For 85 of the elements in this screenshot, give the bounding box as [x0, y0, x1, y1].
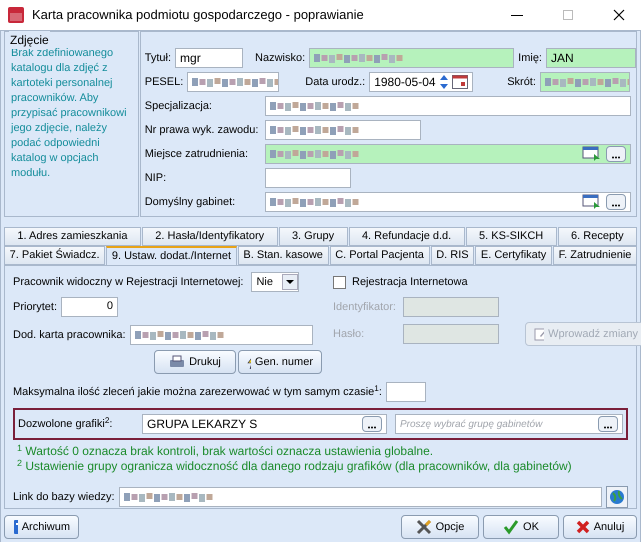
- generate-number-button[interactable]: Gen. numer: [238, 350, 322, 374]
- tab[interactable]: 1. Adres zamieszkania: [4, 227, 141, 246]
- ellipsis-icon: [610, 204, 621, 207]
- dropdown[interactable]: Nie: [251, 272, 300, 292]
- minimize-button[interactable]: [511, 14, 523, 16]
- tab[interactable]: C. Portal Pacjenta: [330, 246, 430, 265]
- field-label: Dod. karta pracownika:: [13, 328, 126, 343]
- input-field[interactable]: [264, 120, 421, 140]
- input-field[interactable]: [264, 192, 631, 212]
- tools-icon: [416, 519, 432, 535]
- checkbox[interactable]: [333, 276, 346, 288]
- input-field[interactable]: [187, 72, 280, 92]
- input-field[interactable]: [386, 382, 426, 402]
- spinner-icon[interactable]: [440, 75, 448, 89]
- input-field[interactable]: mgr: [175, 48, 244, 68]
- field-label: Domyślny gabinet:: [144, 194, 236, 210]
- field-label: Miejsce zatrudnienia:: [144, 146, 250, 162]
- select-record-icon[interactable]: [582, 146, 602, 162]
- browse-button[interactable]: [606, 146, 626, 162]
- globe-button[interactable]: [606, 486, 628, 508]
- tab[interactable]: 6. Recepty: [558, 227, 638, 246]
- tab[interactable]: 9. Ustaw. dodat./Internet: [106, 246, 237, 265]
- input-field[interactable]: GRUPA LEKARZY S: [142, 414, 387, 434]
- edit-icon: [534, 327, 544, 341]
- tab[interactable]: D. RIS: [430, 246, 474, 265]
- tab[interactable]: 4. Refundacje d.d.: [348, 227, 465, 246]
- browse-button[interactable]: [362, 416, 382, 432]
- field-label: Nazwisko:: [255, 50, 306, 66]
- window-title: Karta pracownika podmiotu gospodarczego - poprawianie: [32, 6, 365, 24]
- calendar-icon[interactable]: [452, 75, 468, 89]
- field-label: Dozwolone grafiki$^{2}$:: [18, 416, 114, 432]
- tab[interactable]: 3. Grupy: [278, 227, 348, 246]
- tab[interactable]: 7. Pakiet Świadcz.: [4, 246, 106, 265]
- browse-button[interactable]: [606, 194, 626, 210]
- close-icon[interactable]: [613, 9, 625, 21]
- printer-icon: [169, 355, 186, 369]
- checkmark-icon: [503, 519, 520, 535]
- field-label: Specjalizacja:: [144, 98, 213, 114]
- tab[interactable]: 5. KS-SIKCH: [466, 227, 557, 246]
- ellipsis-icon: [603, 426, 613, 429]
- field-label: Tytuł:: [144, 50, 172, 66]
- group-legend: Zdjęcie: [9, 31, 50, 49]
- options-button[interactable]: Opcje: [401, 515, 479, 539]
- maximize-button[interactable]: [563, 10, 573, 20]
- archive-icon: [13, 519, 18, 535]
- input-field[interactable]: [264, 144, 631, 164]
- input-field[interactable]: [130, 325, 313, 345]
- field-label: Data urodz.:: [305, 74, 366, 90]
- field-label: NIP:: [144, 170, 168, 186]
- tab[interactable]: F. Zatrudnienie: [552, 246, 638, 265]
- archive-button[interactable]: Archiwum: [4, 515, 79, 539]
- cross-icon: [576, 520, 590, 534]
- input-field[interactable]: [309, 48, 514, 68]
- app-icon: [8, 7, 24, 23]
- tab[interactable]: 2. Hasła/Identyfikatory: [142, 227, 278, 246]
- browse-button[interactable]: [598, 416, 618, 432]
- select-record-icon[interactable]: [582, 194, 602, 210]
- ellipsis-icon: [610, 156, 621, 159]
- input-field[interactable]: [264, 96, 631, 116]
- print-button[interactable]: Drukuj: [154, 350, 236, 374]
- ok-button[interactable]: OK: [483, 515, 559, 539]
- tab[interactable]: E. Certyfikaty: [475, 246, 552, 265]
- input-field[interactable]: [264, 168, 351, 188]
- input-field[interactable]: 0: [61, 297, 118, 317]
- field-label: Imię:: [518, 50, 542, 66]
- input-field[interactable]: [540, 72, 630, 92]
- field-label: Link do bazy wiedzy:: [13, 490, 114, 505]
- input-field[interactable]: [118, 487, 602, 507]
- cancel-button[interactable]: Anuluj: [563, 515, 637, 539]
- field-label: Hasło:: [333, 326, 366, 342]
- tab[interactable]: B. Stan. kasowe: [238, 246, 329, 265]
- ellipsis-icon: [367, 426, 377, 429]
- field-label: Pracownik widoczny w Rejestracji Internetowej:: [13, 274, 244, 290]
- field-label: Priorytet:: [13, 300, 58, 315]
- field-label: PESEL:: [144, 74, 184, 90]
- input-field[interactable]: JAN: [546, 48, 636, 68]
- globe-icon: [609, 489, 625, 505]
- field-label: Nr prawa wyk. zawodu:: [144, 122, 260, 138]
- footnote: $^{1}$ Wartość 0 oznacza brak kontroli, brak wartości oznacza ustawienia globalne.: [17, 444, 434, 459]
- field-label: Rejestracja Internetowa: [352, 274, 468, 290]
- footnote: $^{2}$ Ustawienie grupy ogranicza widoczność dla danego rodzaju grafików (dla pracowników, dla gabinetów): [17, 459, 573, 474]
- field-label: Skrót:: [507, 74, 536, 90]
- field-label: Maksymalna ilość zleceń jakie można zarezerwować w tym samym czasie$^{1}$:: [13, 384, 382, 400]
- input-field[interactable]: 1980-05-04: [369, 72, 474, 92]
- field-label: Identyfikator:: [333, 300, 397, 315]
